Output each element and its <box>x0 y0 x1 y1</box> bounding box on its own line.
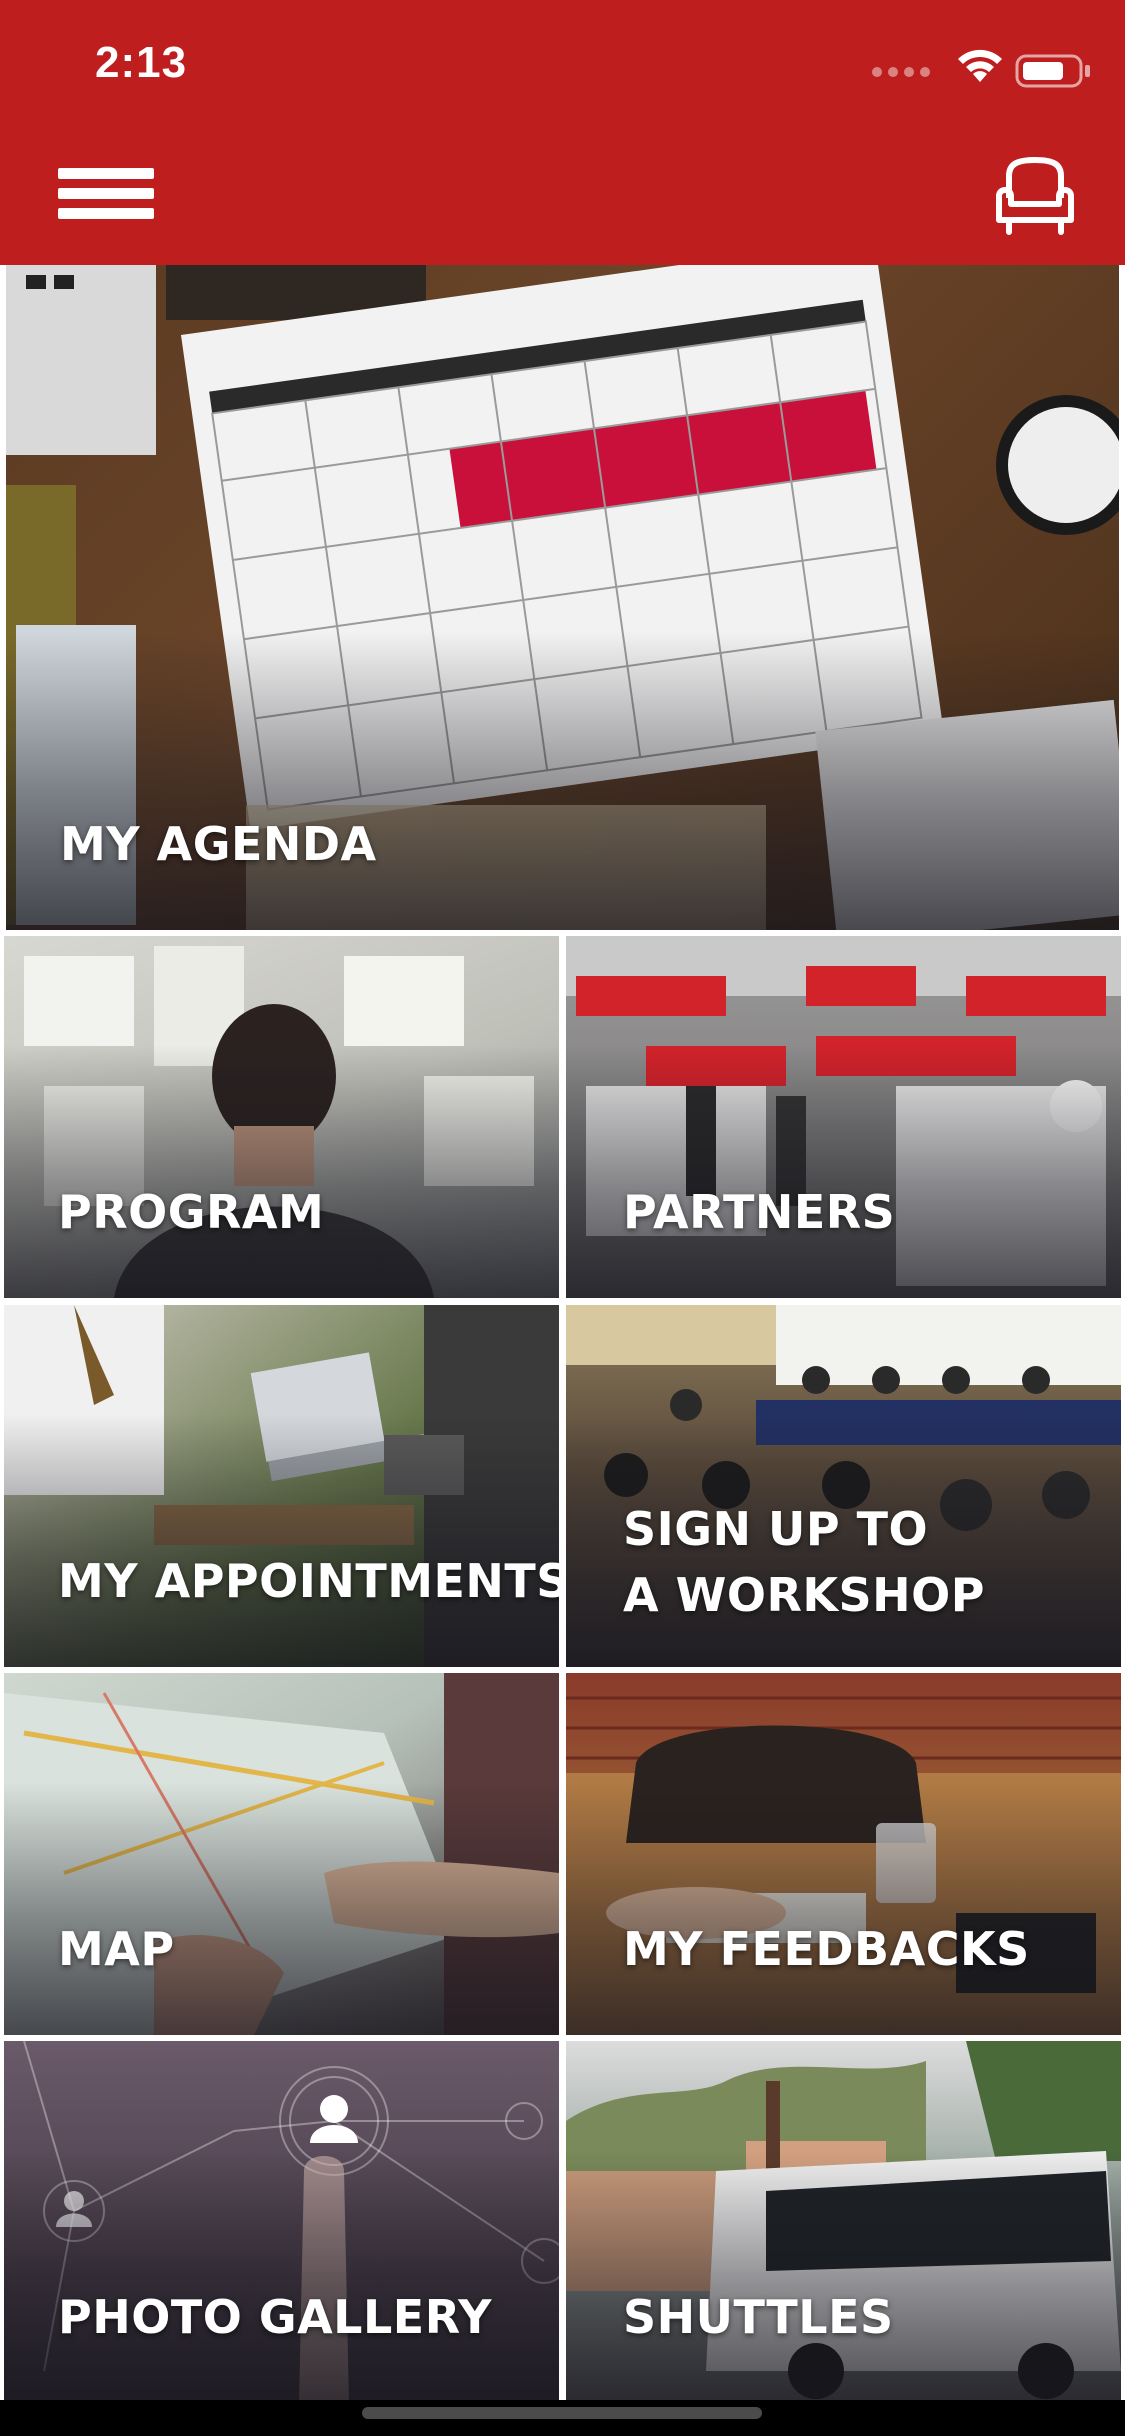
tile-label: SHUTTLES <box>623 2290 894 2345</box>
tile-program[interactable]: PROGRAM <box>4 936 559 1298</box>
status-time: 2:13 <box>95 38 188 87</box>
tile-label: MAP <box>58 1922 175 1977</box>
tile-label: PARTNERS <box>623 1185 896 1240</box>
wifi-icon <box>958 49 1002 82</box>
app-bar <box>0 130 1125 265</box>
tile-my-feedbacks[interactable]: MY FEEDBACKS <box>566 1673 1121 2035</box>
tile-my-agenda[interactable]: MY AGENDA <box>6 265 1119 930</box>
menu-grid: MY AGENDA PROGRAM PARTNERS MY APPOINTMEN… <box>0 265 1125 2403</box>
tile-partners[interactable]: PARTNERS <box>566 936 1121 1298</box>
tile-label: MY AGENDA <box>60 817 377 872</box>
tile-sign-up-workshop[interactable]: SIGN UP TO A WORKSHOP <box>566 1305 1121 1667</box>
status-icons <box>865 49 1090 90</box>
tile-photo-gallery[interactable]: PHOTO GALLERY <box>4 2041 559 2403</box>
tile-map[interactable]: MAP <box>4 1673 559 2035</box>
battery-icon <box>1015 54 1090 88</box>
tile-label: MY APPOINTMENTS <box>58 1554 559 1609</box>
home-indicator[interactable] <box>362 2407 762 2419</box>
status-bar: 2:13 <box>0 0 1125 130</box>
tile-label: SIGN UP TO A WORKSHOP <box>623 1501 985 1623</box>
tile-label: PROGRAM <box>58 1185 325 1240</box>
armchair-icon[interactable] <box>985 146 1085 246</box>
hamburger-menu-icon[interactable] <box>56 150 156 230</box>
tile-shuttles[interactable]: SHUTTLES <box>566 2041 1121 2403</box>
tile-my-appointments[interactable]: MY APPOINTMENTS <box>4 1305 559 1667</box>
tile-label: PHOTO GALLERY <box>58 2290 492 2345</box>
tile-label: MY FEEDBACKS <box>623 1922 1030 1977</box>
